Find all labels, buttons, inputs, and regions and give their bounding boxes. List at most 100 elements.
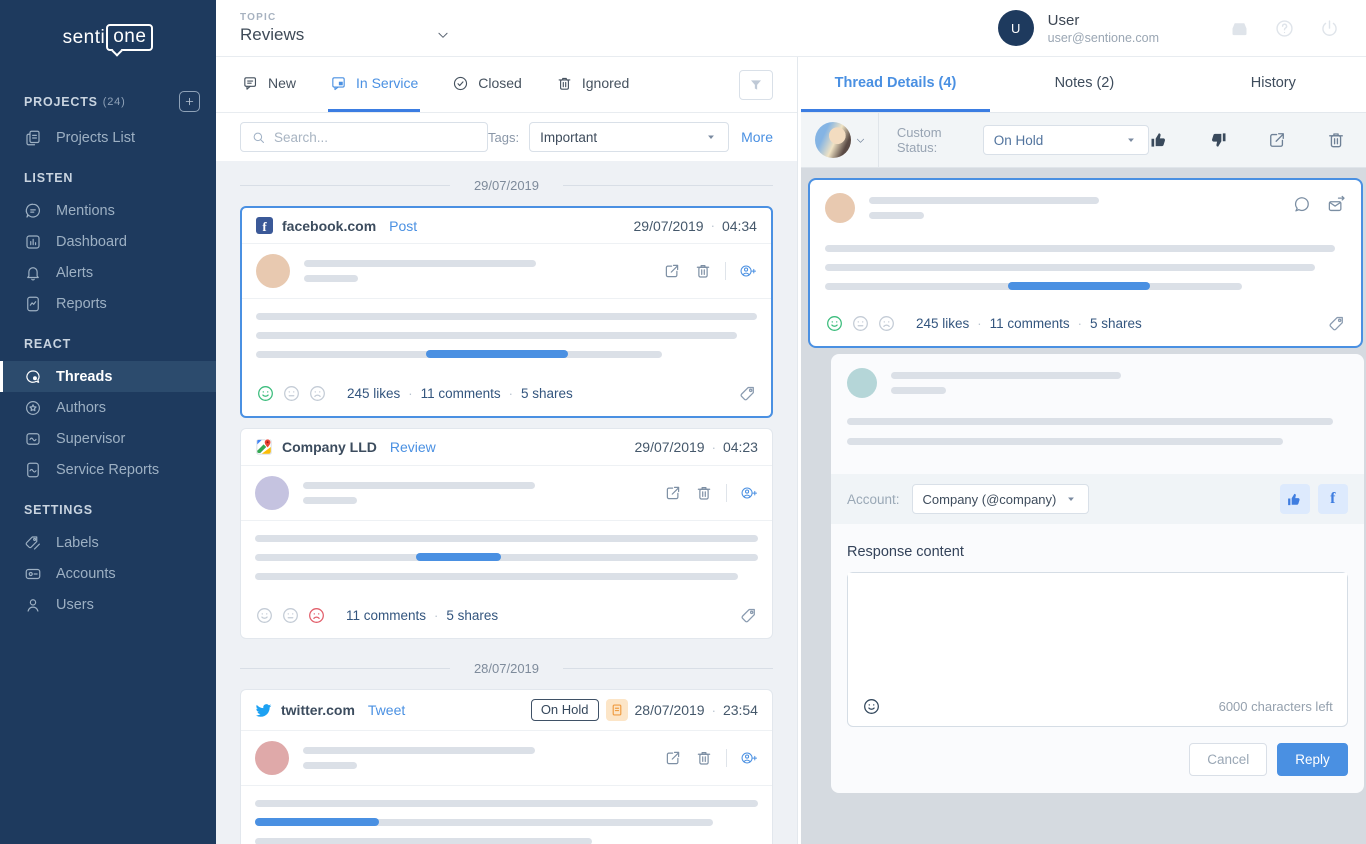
open-external-icon[interactable] (1267, 130, 1287, 150)
sentiment-neutral-icon[interactable] (282, 384, 301, 403)
thread-card-facebook[interactable]: f facebook.com Post 29/07/2019 · 04:34 (240, 206, 773, 418)
sidebar-item-authors[interactable]: Authors (0, 392, 216, 423)
emoji-picker-icon[interactable] (862, 697, 881, 716)
custom-status-select[interactable]: On Hold (983, 125, 1149, 155)
sidebar-item-label: Labels (56, 535, 99, 551)
assign-user-icon[interactable] (740, 749, 758, 767)
tab-new[interactable]: New (240, 57, 298, 112)
sidebar-item-users[interactable]: Users (0, 589, 216, 620)
delete-icon[interactable] (695, 484, 713, 502)
tab-ignored[interactable]: Ignored (554, 57, 631, 112)
reply-button[interactable]: Reply (1277, 743, 1348, 776)
more-filters-link[interactable]: More (741, 129, 773, 145)
likes-count: 245 likes (347, 386, 400, 401)
like-action-button[interactable] (1280, 484, 1310, 514)
facebook-reply-button[interactable]: f (1318, 484, 1348, 514)
tab-thread-details[interactable]: Thread Details (4) (801, 57, 990, 112)
thread-type-link[interactable]: Post (389, 218, 417, 234)
tag-icon[interactable] (739, 606, 758, 625)
delete-icon[interactable] (695, 749, 713, 767)
status-badge: On Hold (531, 699, 599, 721)
comments-count[interactable]: 11 comments (346, 608, 426, 623)
tab-notes[interactable]: Notes (2) (990, 57, 1179, 112)
author-avatar[interactable] (255, 741, 289, 775)
thumbs-up-icon[interactable] (1149, 130, 1169, 150)
shares-count[interactable]: 5 shares (446, 608, 498, 623)
sidebar-item-mentions[interactable]: Mentions (0, 195, 216, 226)
filter-button[interactable] (739, 70, 773, 100)
tab-closed[interactable]: Closed (450, 57, 524, 112)
assign-user-icon[interactable] (740, 484, 758, 502)
detail-thread-card[interactable]: 245 likes · 11 comments · 5 shares (808, 178, 1363, 348)
tab-history[interactable]: History (1179, 57, 1366, 112)
sentiment-negative-icon[interactable] (307, 606, 326, 625)
cancel-button[interactable]: Cancel (1189, 743, 1267, 776)
date-separator-label: 29/07/2019 (474, 178, 539, 193)
topic-selector[interactable]: TOPIC Reviews (240, 12, 450, 45)
sidebar-item-supervisor[interactable]: Supervisor (0, 423, 216, 454)
shares-count[interactable]: 5 shares (521, 386, 573, 401)
add-project-button[interactable] (179, 91, 200, 112)
sentiment-positive-icon[interactable] (825, 314, 844, 333)
thread-card-review[interactable]: Company LLD Review 29/07/2019 · 04:23 (240, 428, 773, 639)
comments-count[interactable]: 11 comments (421, 386, 501, 401)
search-input[interactable] (274, 130, 477, 145)
open-external-icon[interactable] (664, 749, 682, 767)
section-title: REACT (24, 337, 71, 351)
sentiment-neutral-icon[interactable] (281, 606, 300, 625)
sidebar-item-threads[interactable]: Threads (0, 361, 216, 392)
thread-type-link[interactable]: Review (390, 439, 436, 455)
search-box (240, 122, 488, 152)
sidebar-item-alerts[interactable]: Alerts (0, 257, 216, 288)
sentiment-positive-icon[interactable] (256, 384, 275, 403)
delete-icon[interactable] (694, 262, 712, 280)
author-avatar[interactable] (256, 254, 290, 288)
details-tabs: Thread Details (4) Notes (2) History (801, 57, 1366, 113)
thread-type-link[interactable]: Tweet (368, 702, 405, 718)
sidebar-item-labels[interactable]: Labels (0, 527, 216, 558)
comment-bubble-icon[interactable] (1292, 195, 1311, 214)
sidebar-item-projects-list[interactable]: Projects List (0, 122, 216, 153)
section-title: PROJECTS (24, 95, 98, 109)
shares-count[interactable]: 5 shares (1090, 316, 1142, 331)
search-icon (251, 130, 266, 145)
inbox-icon[interactable] (1229, 18, 1250, 39)
text-placeholder (891, 372, 1121, 379)
power-icon[interactable] (1319, 18, 1340, 39)
forward-mail-icon[interactable] (1327, 195, 1346, 214)
tag-icon[interactable] (738, 384, 757, 403)
response-textarea[interactable] (848, 573, 1347, 688)
thread-author-row (241, 731, 772, 786)
user-menu[interactable]: U User user@sentione.com (998, 10, 1159, 46)
sidebar-item-service-reports[interactable]: Service Reports (0, 454, 216, 485)
tag-icon[interactable] (1327, 314, 1346, 333)
tab-in-service[interactable]: In Service (328, 57, 420, 112)
comments-count[interactable]: 11 comments (990, 316, 1070, 331)
account-select[interactable]: Company (@company) (912, 484, 1090, 514)
author-avatar[interactable] (255, 476, 289, 510)
sidebar-item-accounts[interactable]: Accounts (0, 558, 216, 589)
open-external-icon[interactable] (663, 262, 681, 280)
thread-source: Company LLD (282, 439, 377, 455)
note-icon[interactable] (606, 699, 628, 721)
delete-icon[interactable] (1326, 130, 1346, 150)
sentiment-negative-icon[interactable] (308, 384, 327, 403)
sidebar-item-dashboard[interactable]: Dashboard (0, 226, 216, 257)
help-icon[interactable] (1274, 18, 1295, 39)
funnel-icon (748, 77, 764, 93)
sentiment-positive-icon[interactable] (255, 606, 274, 625)
star-circle-icon (24, 399, 42, 417)
sentiment-negative-icon[interactable] (877, 314, 896, 333)
sidebar-item-label: Users (56, 597, 94, 613)
sidebar-item-reports[interactable]: Reports (0, 288, 216, 319)
assignee-dropdown[interactable] (815, 122, 866, 158)
trash-icon (556, 75, 573, 92)
author-avatar[interactable] (825, 193, 855, 223)
thread-card-tweet[interactable]: twitter.com Tweet On Hold 28/07/2019 · 2… (240, 689, 773, 844)
tags-select[interactable]: Important (529, 122, 729, 152)
thumbs-down-icon[interactable] (1208, 130, 1228, 150)
assign-user-icon[interactable] (739, 262, 757, 280)
open-external-icon[interactable] (664, 484, 682, 502)
commenter-avatar[interactable] (847, 368, 877, 398)
sentiment-neutral-icon[interactable] (851, 314, 870, 333)
